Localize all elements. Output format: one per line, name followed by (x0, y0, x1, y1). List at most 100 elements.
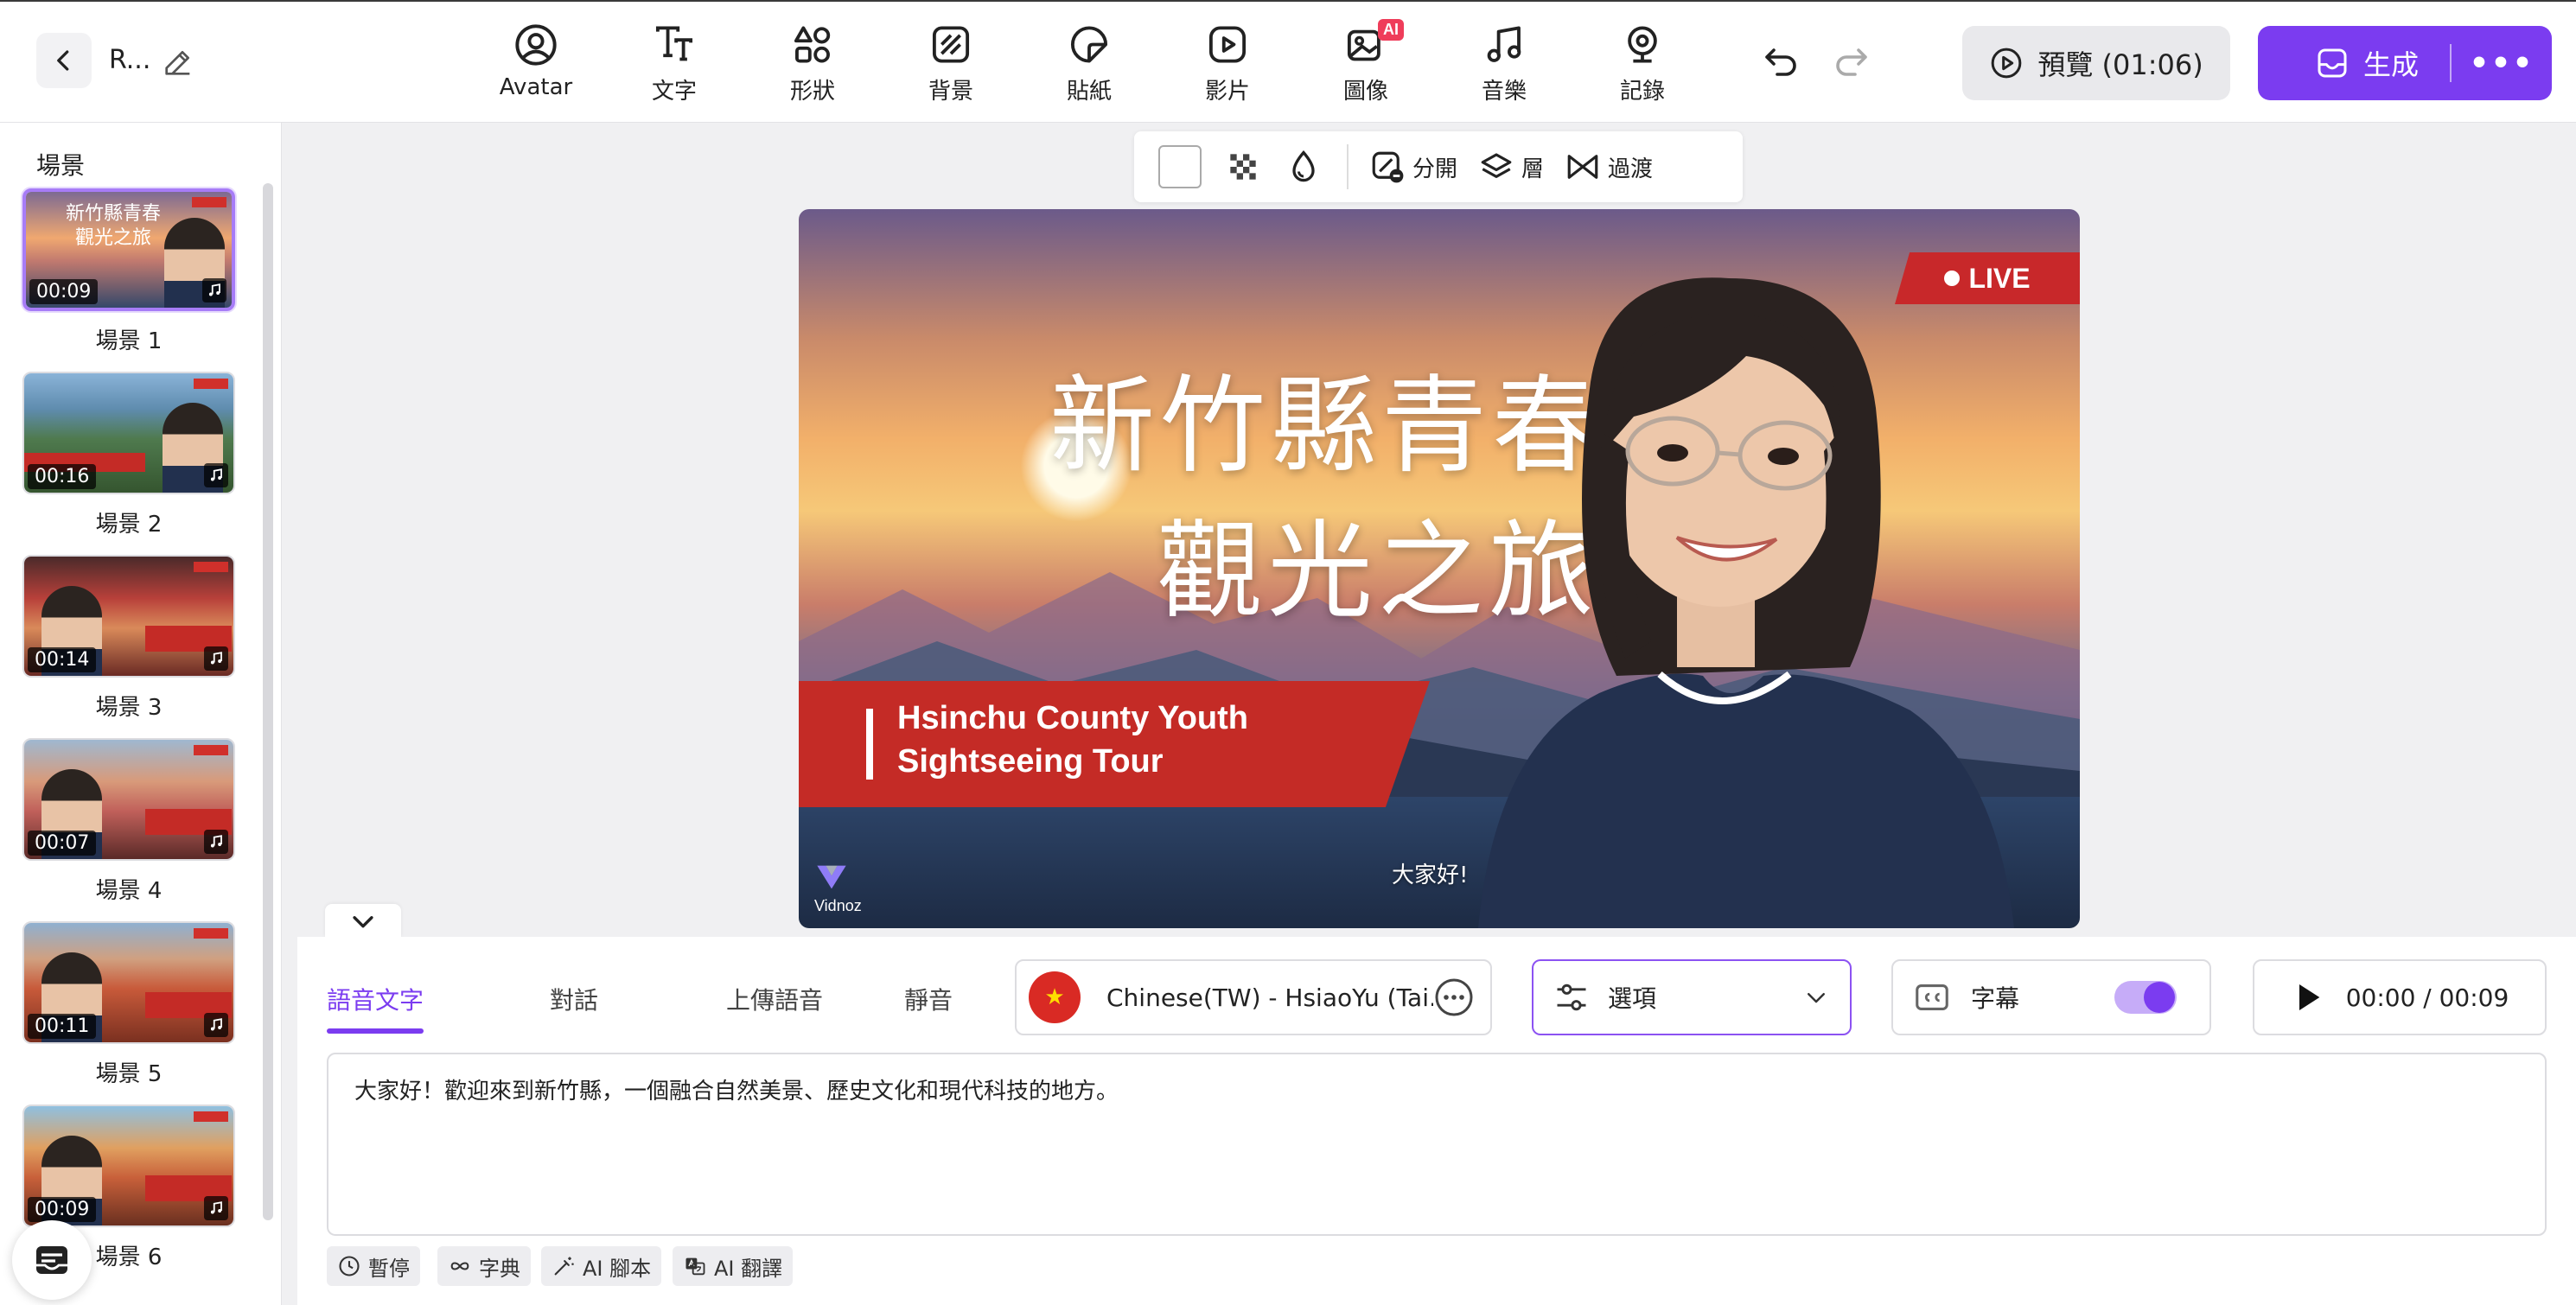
transparency-icon[interactable] (1224, 148, 1262, 186)
video-canvas[interactable]: LIVE 新竹縣青春 觀光之旅 Hsinchu County Youth Sig… (799, 209, 2080, 928)
top-bar: R... Avatar 文字 形狀 背景 貼紙 影片 AI 圖像 音樂 記錄 預… (0, 0, 2576, 123)
pause-chip[interactable]: 暫停 (327, 1246, 420, 1286)
back-button[interactable] (36, 33, 92, 88)
thumb-live-badge (194, 1111, 228, 1122)
music-note-icon (204, 463, 228, 487)
project-name[interactable]: R... (109, 45, 150, 75)
tool-shape[interactable]: 形狀 (743, 19, 882, 105)
script-textarea[interactable]: 大家好！歡迎來到新竹縣，一個融合自然美景、歷史文化和現代科技的地方。 (327, 1053, 2547, 1236)
thumb-live-badge (194, 928, 228, 939)
ai-badge: AI (1378, 19, 1404, 41)
tab-dialogue[interactable]: 對話 (550, 982, 598, 1016)
scene-item-4[interactable]: 00:07 場景 4 (22, 738, 235, 905)
thumb-title: 新竹縣青春 觀光之旅 (66, 202, 161, 251)
closed-caption-icon (1916, 984, 1948, 1010)
banner-line-1[interactable]: Hsinchu County Youth (897, 700, 1248, 737)
caption-toggle[interactable] (2114, 981, 2177, 1014)
chat-button[interactable] (12, 1220, 92, 1300)
tool-bar: Avatar 文字 形狀 背景 貼紙 影片 AI 圖像 音樂 記錄 (467, 19, 1712, 105)
pencil-icon[interactable] (161, 45, 195, 80)
generate-button[interactable]: 生成 (2258, 26, 2450, 100)
split-button[interactable]: 分開 (1369, 149, 1457, 185)
transition-icon (1567, 155, 1598, 179)
split-label: 分開 (1412, 156, 1458, 182)
video-icon (1208, 26, 1247, 63)
tool-avatar[interactable]: Avatar (467, 19, 605, 105)
scene-label: 場景 1 (95, 328, 163, 354)
tab-upload-voice[interactable]: 上傳語音 (726, 982, 823, 1016)
divider (1347, 144, 1349, 189)
options-dropdown[interactable]: 選項 (1532, 959, 1852, 1035)
collapse-panel-button[interactable] (325, 904, 401, 939)
music-note-icon (204, 646, 228, 671)
tool-label: 圖像 (1342, 79, 1388, 105)
preview-button[interactable]: 預覽 (01:06) (1962, 26, 2230, 100)
more-options-button[interactable]: ••• (2452, 46, 2552, 81)
sidebar-title: 場景 (36, 151, 86, 180)
ai-translate-chip[interactable]: AI 翻譯 (673, 1246, 794, 1286)
scene-item-5[interactable]: 00:11 場景 5 (22, 921, 235, 1088)
scene-sidebar: 場景 新竹縣青春 觀光之旅 00:09 場景 1 00:16 場景 2 00:1… (0, 123, 282, 1305)
tool-video[interactable]: 影片 (1158, 19, 1297, 105)
more-circle-icon[interactable] (1433, 977, 1475, 1018)
avatar-presenter[interactable] (1444, 261, 2080, 928)
transition-label: 過渡 (1608, 156, 1654, 182)
tool-background[interactable]: 背景 (882, 19, 1020, 105)
scene-thumbnail: 00:07 (22, 738, 235, 861)
tool-music[interactable]: 音樂 (1435, 19, 1573, 105)
banner-accent-bar (866, 709, 873, 780)
scene-thumbnail: 新竹縣青春 觀光之旅 00:09 (22, 188, 235, 311)
caption-label: 字幕 (1971, 984, 2020, 1013)
drop-icon[interactable] (1285, 148, 1323, 186)
chevron-down-icon (1808, 993, 1825, 1003)
tool-label: 背景 (928, 79, 973, 105)
transition-button[interactable]: 過渡 (1565, 149, 1653, 185)
scene-item-3[interactable]: 00:14 場景 3 (22, 555, 235, 722)
scene-duration: 00:09 (29, 279, 99, 304)
scene-item-2[interactable]: 00:16 場景 2 (22, 372, 235, 538)
tool-sticker[interactable]: 貼紙 (1020, 19, 1158, 105)
chip-label: 暫停 (368, 1256, 410, 1281)
scene-label: 場景 5 (95, 1061, 163, 1087)
canvas-toolbar: 分開 層 過渡 (1134, 131, 1743, 202)
redo-icon[interactable] (1831, 41, 1872, 83)
ai-script-chip[interactable]: AI 腳本 (541, 1246, 662, 1286)
dictionary-chip[interactable]: 字典 (437, 1246, 531, 1286)
sticker-icon (1071, 26, 1108, 63)
layer-button[interactable]: 層 (1478, 149, 1544, 185)
color-swatch[interactable] (1158, 145, 1202, 188)
generate-icon (2318, 48, 2347, 78)
sidebar-scrollbar[interactable] (263, 183, 273, 1220)
chat-inbox-icon (36, 1246, 67, 1274)
vidnoz-logo-icon (817, 865, 846, 889)
thumb-title-line: 觀光之旅 (75, 227, 152, 249)
tool-text[interactable]: 文字 (605, 19, 743, 105)
logo-text: Vidnoz (814, 897, 862, 914)
banner-line-2[interactable]: Sightseeing Tour (897, 743, 1164, 780)
tab-voice-text[interactable]: 語音文字 (327, 982, 424, 1016)
scene-duration: 00:07 (28, 831, 97, 856)
scene-duration: 00:14 (28, 647, 97, 672)
tool-label: Avatar (499, 74, 573, 100)
scene-item-1[interactable]: 新竹縣青春 觀光之旅 00:09 場景 1 (22, 188, 235, 355)
tool-record[interactable]: 記錄 (1573, 19, 1712, 105)
background-icon (932, 26, 970, 63)
preview-label: 預覽 (01:06) (2037, 48, 2203, 81)
chevron-left-icon (57, 50, 69, 71)
play-icon (2299, 984, 2320, 1010)
tool-image[interactable]: AI 圖像 (1297, 19, 1435, 105)
music-note-icon (204, 830, 228, 854)
undo-icon[interactable] (1760, 41, 1801, 83)
clock-icon (339, 1256, 360, 1276)
scene-label: 場景 4 (95, 878, 163, 904)
voice-selector[interactable]: ★ Chinese(TW) - HsiaoYu (Tai... (1015, 959, 1492, 1035)
thumb-title-line: 新竹縣青春 (66, 203, 162, 225)
music-note-icon (204, 1196, 228, 1220)
playback-button[interactable]: 00:00 / 00:09 (2253, 959, 2547, 1035)
scene-duration: 00:16 (28, 464, 97, 489)
tab-mute[interactable]: 靜音 (904, 982, 953, 1016)
sliders-icon (1557, 984, 1586, 1011)
chevron-down-icon (353, 916, 373, 928)
voice-script-panel: 語音文字 對話 上傳語音 靜音 ★ Chinese(TW) - HsiaoYu … (297, 937, 2576, 1305)
music-icon (1487, 26, 1521, 62)
